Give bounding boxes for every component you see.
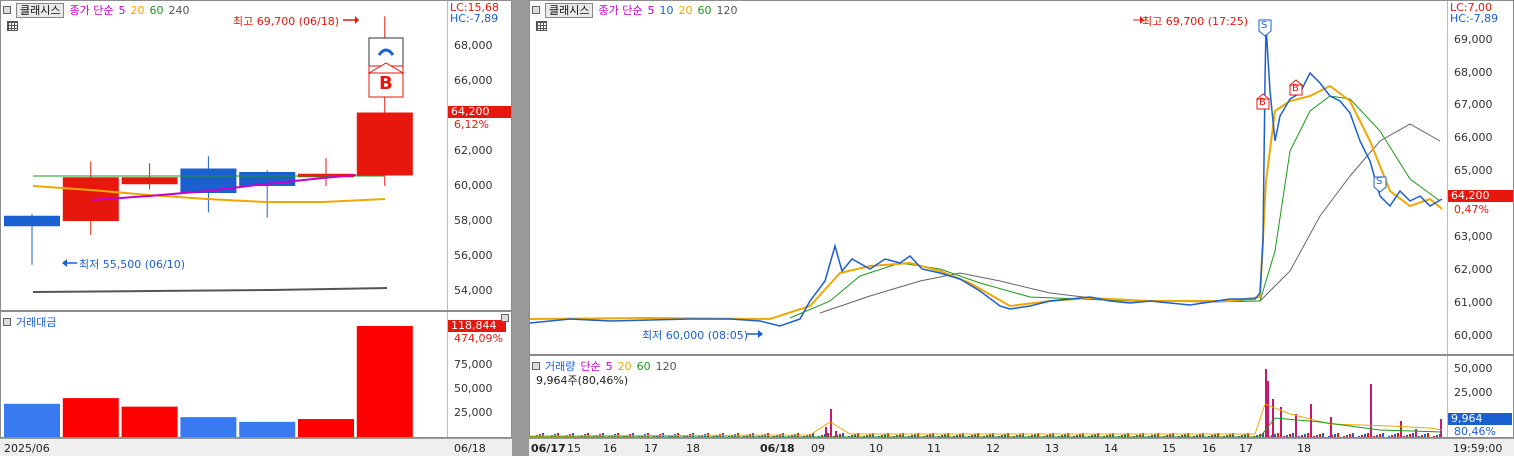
right-change-tag: 0,47% bbox=[1454, 203, 1489, 216]
x-label: 15 bbox=[567, 442, 581, 455]
volume-bar bbox=[239, 421, 296, 437]
right-price-axis: LC:7,00 HC:-7,89 69,000 68,000 67,000 66… bbox=[1447, 1, 1513, 354]
volume-spike bbox=[1295, 414, 1297, 437]
right-tick: 62,000 bbox=[1454, 263, 1493, 276]
left-date-start: 2025/06 bbox=[4, 442, 50, 455]
volume-spike bbox=[825, 427, 827, 437]
volume-bar bbox=[356, 326, 413, 437]
volume-spike bbox=[1400, 421, 1402, 437]
ma240-line bbox=[32, 287, 388, 293]
volume-spike bbox=[1330, 417, 1332, 437]
volume-spike bbox=[1272, 399, 1274, 437]
x-label: 14 bbox=[1104, 442, 1118, 455]
signal-letter: S bbox=[1261, 20, 1268, 31]
right-tick: 61,000 bbox=[1454, 296, 1493, 309]
right-tick: 66,000 bbox=[1454, 131, 1493, 144]
candle-body bbox=[121, 177, 178, 185]
left-volume-pane: 거래대금 118,844 474,09% 75,000 50,000 25,00… bbox=[0, 311, 512, 438]
x-label: 18 bbox=[1297, 442, 1311, 455]
time-label: 19:59:00 bbox=[1453, 442, 1503, 455]
right-low-label: 최저 60,000 (08:05) bbox=[642, 329, 749, 342]
x-label: 16 bbox=[603, 442, 617, 455]
signal-letter: B bbox=[1259, 97, 1266, 108]
left-change-tag: 6,12% bbox=[454, 118, 489, 131]
left-price-tag: 64,200 bbox=[448, 106, 511, 118]
left-high-label: 최고 69,700 (06/18) bbox=[233, 15, 340, 28]
right-volume-axis: 50,000 25,000 9,964 80,46% bbox=[1447, 356, 1513, 438]
candle-body bbox=[4, 215, 60, 227]
left-vol-tick: 75,000 bbox=[454, 358, 493, 371]
left-price-axis: LC:15,68 HC:-7,89 68,000 66,000 62,000 6… bbox=[447, 1, 511, 310]
left-signal-letter: B bbox=[379, 73, 393, 94]
volume-spike bbox=[1265, 369, 1267, 437]
volume-spike bbox=[1267, 381, 1269, 437]
candle-body bbox=[356, 112, 413, 176]
volume-spike bbox=[1370, 384, 1372, 437]
right-volume-pane: 거래량 단순 5 20 60 120 9,964주(80,46%) 50,000… bbox=[529, 355, 1514, 438]
left-date-axis: 2025/06 06/18 bbox=[0, 438, 512, 456]
right-price-pane: 클래시스 종가 단순 5 10 20 60 120 S B B S 최고 69,… bbox=[529, 0, 1514, 355]
volume-bar bbox=[180, 417, 237, 437]
x-label: 09 bbox=[811, 442, 825, 455]
volume-spike bbox=[1415, 429, 1417, 437]
right-vol-tick: 25,000 bbox=[1454, 386, 1493, 399]
right-vol-tick: 50,000 bbox=[1454, 362, 1493, 375]
x-label: 15 bbox=[1162, 442, 1176, 455]
right-time-axis: 06/17 15 16 17 18 06/18 09 10 11 12 13 1… bbox=[529, 438, 1514, 456]
left-price-pane: 클래시스 종가 단순 5 20 60 240 B 최고 69,700 (06/1… bbox=[0, 0, 512, 311]
left-tick: 60,000 bbox=[454, 179, 493, 192]
right-volume-pct: 80,46% bbox=[1454, 425, 1496, 438]
left-volume-close-icon[interactable] bbox=[501, 314, 509, 322]
volume-bar bbox=[4, 403, 60, 437]
x-label: 10 bbox=[869, 442, 883, 455]
left-volume-pct: 474,09% bbox=[454, 332, 503, 345]
right-tick: 65,000 bbox=[1454, 164, 1493, 177]
volume-bar bbox=[62, 398, 119, 437]
left-candle-chart bbox=[4, 16, 413, 293]
left-hc: HC:-7,89 bbox=[450, 12, 499, 25]
x-label: 18 bbox=[686, 442, 700, 455]
signal-letter: S bbox=[1376, 176, 1383, 187]
left-volume-axis: 118,844 474,09% 75,000 50,000 25,000 bbox=[447, 312, 511, 437]
x-label: 17 bbox=[644, 442, 658, 455]
right-hc: HC:-7,89 bbox=[1450, 12, 1499, 25]
volume-bar bbox=[121, 406, 178, 437]
left-volume-tag: 118,844 bbox=[448, 320, 506, 332]
left-tick: 56,000 bbox=[454, 249, 493, 262]
right-tick: 60,000 bbox=[1454, 329, 1493, 342]
signal-letter: B bbox=[1292, 83, 1299, 94]
x-label: 11 bbox=[927, 442, 941, 455]
volume-spike bbox=[1440, 419, 1442, 437]
left-tick: 66,000 bbox=[454, 74, 493, 87]
right-tick: 67,000 bbox=[1454, 98, 1493, 111]
left-tick: 58,000 bbox=[454, 214, 493, 227]
x-label: 13 bbox=[1045, 442, 1059, 455]
x-label: 16 bbox=[1202, 442, 1216, 455]
ma120-line bbox=[819, 123, 1441, 314]
right-volume-chart bbox=[530, 369, 1443, 437]
ma60-line-right bbox=[789, 95, 1441, 319]
right-volume-tag: 9,964 bbox=[1448, 413, 1512, 425]
right-tick: 68,000 bbox=[1454, 66, 1493, 79]
x-label: 17 bbox=[1239, 442, 1253, 455]
right-intraday-chart bbox=[530, 16, 1443, 338]
right-high-label: 최고 69,700 (17:25) bbox=[1142, 15, 1249, 28]
x-label: 06/17 bbox=[531, 442, 566, 455]
left-volume-chart bbox=[4, 326, 413, 437]
volume-bar bbox=[298, 419, 354, 437]
volume-spike bbox=[1280, 407, 1282, 437]
x-label: 12 bbox=[986, 442, 1000, 455]
right-tick: 63,000 bbox=[1454, 230, 1493, 243]
left-tick: 62,000 bbox=[454, 144, 493, 157]
left-date-end: 06/18 bbox=[454, 442, 486, 455]
left-vol-tick: 25,000 bbox=[454, 406, 493, 419]
x-label: 06/18 bbox=[760, 442, 795, 455]
left-low-label: 최저 55,500 (06/10) bbox=[79, 258, 186, 271]
price-line bbox=[530, 25, 1443, 327]
left-vol-tick: 50,000 bbox=[454, 382, 493, 395]
left-tick: 68,000 bbox=[454, 39, 493, 52]
right-price-tag: 64,200 bbox=[1448, 190, 1513, 202]
right-tick: 69,000 bbox=[1454, 33, 1493, 46]
left-tick: 54,000 bbox=[454, 284, 493, 297]
